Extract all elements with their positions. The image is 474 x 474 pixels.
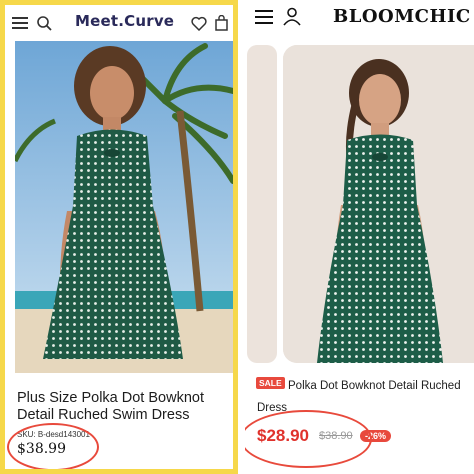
price-highlight-circle — [245, 410, 372, 468]
menu-icon[interactable] — [255, 9, 273, 30]
product-image[interactable] — [15, 41, 233, 373]
bloomchic-product-panel: BLOOMCHIC SALE Polka Dot Bowknot Detail … — [245, 0, 474, 474]
left-header: Meet.Curve — [5, 5, 233, 41]
previous-image-thumbnail[interactable] — [247, 45, 277, 363]
price-highlight-circle — [7, 423, 99, 469]
product-image[interactable] — [283, 45, 474, 363]
search-icon[interactable] — [35, 14, 53, 32]
brand-logo-bloomchic[interactable]: BLOOMCHIC — [333, 6, 471, 27]
menu-icon[interactable] — [11, 14, 29, 32]
meetcurve-product-panel: Meet.Curve Plus Size Polka Dot Bowknot D… — [0, 0, 238, 474]
heart-icon[interactable] — [190, 14, 208, 32]
user-icon[interactable] — [283, 7, 301, 31]
product-title[interactable]: Plus Size Polka Dot Bowknot Detail Ruche… — [17, 390, 229, 424]
right-header: BLOOMCHIC — [245, 0, 474, 36]
bag-icon[interactable] — [212, 14, 230, 32]
brand-logo-meetcurve[interactable]: Meet.Curve — [75, 12, 174, 30]
